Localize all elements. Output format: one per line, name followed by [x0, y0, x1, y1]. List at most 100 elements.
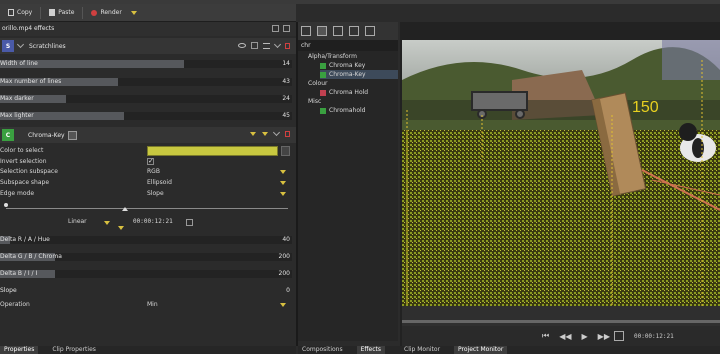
interpolation-select[interactable]: Linear [68, 217, 87, 227]
collapse-chevron-icon[interactable] [16, 40, 25, 49]
bottom-tabs-left: Properties Clip Properties [0, 346, 296, 354]
slider-delta-b[interactable]: Delta B / I / I 200 [0, 270, 292, 278]
slider-max-number-of-lines[interactable]: Max number of lines 43 [0, 78, 292, 86]
tree-group-alpha[interactable]: Alpha/Transform [308, 52, 357, 61]
effect-name: Scratchlines [29, 42, 66, 50]
effect-type-icon [320, 71, 326, 78]
effect-type-icon [320, 107, 326, 114]
edge-mode-row[interactable]: Edge mode Slope [0, 189, 292, 199]
slider-width-of-line[interactable]: Width of line 14 [0, 60, 292, 68]
invert-selection-row: Invert selection [0, 156, 292, 167]
effect-type-icon [320, 62, 326, 69]
tree-item-chroma-hold[interactable]: Chroma Hold [320, 88, 368, 97]
delete-icon[interactable] [285, 42, 290, 49]
operation-row[interactable]: Operation Min [0, 300, 292, 310]
chevron-down-icon[interactable] [130, 10, 137, 15]
chevron-down-icon[interactable] [262, 132, 268, 136]
play-icon[interactable]: ▶ [582, 332, 588, 341]
color-swatch[interactable] [147, 146, 278, 156]
effects-stack-title: orillo.mp4 effects [2, 25, 55, 32]
tree-item-chroma-key-selected[interactable]: Chroma-Key [320, 70, 398, 79]
preset-icon[interactable] [251, 42, 258, 49]
eye-icon[interactable] [238, 43, 246, 48]
zoom-bar[interactable] [402, 320, 720, 323]
paste-button[interactable]: Paste [41, 4, 82, 22]
render-button[interactable]: Render [83, 4, 144, 22]
menu-icon[interactable] [263, 42, 270, 49]
tab-compositions[interactable]: Compositions [298, 346, 347, 354]
effect-name: Chroma-Key [28, 131, 65, 139]
tree-item-chromahold[interactable]: Chromahold [320, 106, 365, 115]
effect-type-icon [320, 89, 326, 96]
keyframe-timecode[interactable]: 00:00:12:21 [133, 217, 173, 227]
tab-properties[interactable]: Properties [0, 346, 39, 354]
audio-icon[interactable] [349, 26, 359, 36]
effect-chromakey-header[interactable]: C Chroma-Key [0, 127, 296, 143]
search-icon[interactable] [301, 26, 311, 36]
tree-group-misc[interactable]: Misc [308, 97, 321, 106]
chevron-down-icon[interactable] [118, 226, 124, 230]
forward-icon[interactable]: ▶▶ [598, 332, 610, 341]
favorite-star-icon[interactable] [365, 26, 375, 36]
playhead-marker[interactable] [122, 207, 128, 211]
render-icon [91, 9, 98, 16]
slider-delta-r[interactable]: Delta R / A / Hue 40 [0, 236, 292, 244]
keyframe-marker[interactable] [4, 203, 8, 207]
shape-select[interactable]: Ellipsoid [147, 178, 172, 188]
chevron-down-icon[interactable] [272, 128, 281, 137]
tab-clip-monitor[interactable]: Clip Monitor [400, 346, 444, 354]
previous-frame-icon[interactable]: ⏮ [542, 331, 549, 341]
slider-max-darker[interactable]: Max darker 24 [0, 95, 292, 103]
list-view-icon[interactable] [317, 26, 327, 36]
chevron-down-icon[interactable] [280, 303, 286, 307]
effect-scratchlines-header[interactable]: S Scratchlines [0, 38, 296, 54]
tab-effects[interactable]: Effects [356, 346, 386, 354]
chevron-down-icon[interactable] [280, 181, 286, 185]
chevron-down-icon[interactable] [250, 132, 256, 136]
slider-slope[interactable]: Slope 0 [0, 287, 292, 295]
effects-search-input[interactable]: chr [298, 40, 398, 51]
add-keyframe-icon[interactable] [186, 219, 193, 226]
invert-checkbox[interactable] [147, 156, 154, 166]
effects-browser-toolbar [298, 22, 398, 40]
operation-select[interactable]: Min [147, 300, 158, 310]
delete-icon[interactable] [285, 131, 290, 137]
subspace-select[interactable]: RGB [147, 167, 160, 177]
keyframe-timeline[interactable] [6, 208, 288, 209]
save-stack-icon[interactable] [272, 25, 279, 32]
paste-icon [49, 9, 56, 16]
rewind-icon[interactable]: ◀◀ [559, 332, 571, 341]
effects-toolbar: Copy Paste Render [0, 4, 296, 22]
effect-badge: C [2, 129, 14, 141]
copy-icon [8, 9, 14, 16]
monitor-timecode[interactable]: 00:00:12:21 [634, 333, 674, 340]
slider-delta-g[interactable]: Delta G / B / Chroma 200 [0, 253, 292, 261]
edge-select[interactable]: Slope [147, 189, 164, 199]
chevron-down-icon[interactable] [280, 192, 286, 196]
chevron-down-icon[interactable] [280, 170, 286, 174]
fullscreen-icon[interactable] [613, 331, 624, 341]
color-picker-icon[interactable] [281, 146, 290, 156]
video-frame: 150 [402, 40, 720, 306]
effects-stack-header: orillo.mp4 effects [0, 22, 296, 36]
video-overlay-number: 150 [632, 99, 659, 116]
selection-subspace-row[interactable]: Selection subspace RGB [0, 167, 292, 177]
chevron-down-icon[interactable] [104, 221, 110, 225]
bottom-tabs-middle: Compositions Effects [298, 346, 400, 354]
collapse-all-icon[interactable] [283, 25, 290, 32]
tree-group-colour[interactable]: Colour [308, 79, 327, 88]
effect-badge: S [2, 40, 14, 52]
subspace-shape-row[interactable]: Subspace shape Ellipsoid [0, 178, 292, 188]
save-icon[interactable] [333, 26, 343, 36]
tree-item-chroma-key[interactable]: Chroma Key [320, 61, 365, 70]
monitor-ruler[interactable] [402, 306, 720, 326]
video-preview[interactable]: 150 [402, 40, 720, 306]
chevron-down-icon[interactable] [273, 40, 282, 48]
copy-button[interactable]: Copy [0, 4, 40, 22]
tab-clip-properties[interactable]: Clip Properties [48, 346, 100, 354]
slider-max-lighter[interactable]: Max lighter 45 [0, 112, 292, 120]
effects-tree: Alpha/Transform Chroma Key Chroma-Key Co… [298, 51, 398, 341]
monitor-controls: ⏮ ◀◀ ▶ ▶▶ 00:00:12:21 [402, 326, 720, 346]
bottom-tabs-right: Clip Monitor Project Monitor [400, 346, 720, 354]
tab-project-monitor[interactable]: Project Monitor [454, 346, 508, 354]
